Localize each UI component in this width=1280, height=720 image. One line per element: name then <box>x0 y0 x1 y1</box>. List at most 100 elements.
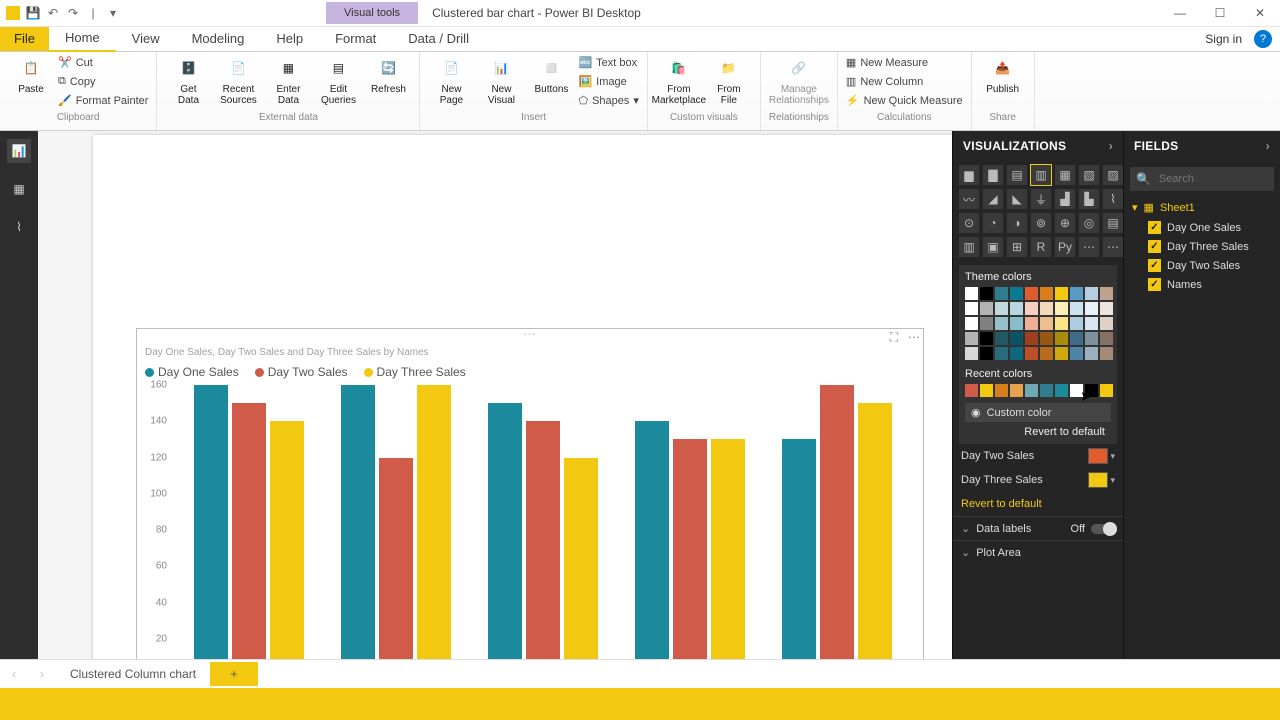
data-view-icon[interactable]: ▦ <box>7 177 31 201</box>
viz-type-icon[interactable]: ◑ <box>1007 213 1027 233</box>
checkbox-checked-icon[interactable]: ✓ <box>1148 240 1161 253</box>
refresh-button[interactable]: 🔄Refresh <box>365 54 411 95</box>
add-page-button[interactable]: + <box>210 662 258 686</box>
bar[interactable] <box>379 458 413 660</box>
color-swatch[interactable] <box>965 317 978 330</box>
viz-type-icon[interactable]: ▥ <box>1031 165 1051 185</box>
page-tab[interactable]: Clustered Column chart <box>56 662 210 686</box>
field-day-two-sales[interactable]: ✓Day Two Sales <box>1124 256 1280 275</box>
color-swatch[interactable] <box>980 317 993 330</box>
color-swatch[interactable] <box>1055 332 1068 345</box>
viz-type-icon[interactable]: ◢ <box>983 189 1003 209</box>
viz-type-icon[interactable]: ▣ <box>983 237 1003 257</box>
color-swatch[interactable] <box>1100 287 1113 300</box>
color-swatch[interactable] <box>995 332 1008 345</box>
color-swatch[interactable] <box>1070 317 1083 330</box>
color-swatch[interactable] <box>995 347 1008 360</box>
color-swatch[interactable] <box>1055 384 1068 397</box>
viz-type-icon[interactable]: ⋯ <box>1103 237 1123 257</box>
get-data-button[interactable]: 🗄️Get Data <box>165 54 211 106</box>
marketplace-button[interactable]: 🛍️From Marketplace <box>656 54 702 106</box>
checkbox-checked-icon[interactable]: ✓ <box>1148 221 1161 234</box>
new-page-button[interactable]: 📄New Page <box>428 54 474 106</box>
viz-type-icon[interactable]: ▧ <box>1079 165 1099 185</box>
color-swatch-button[interactable] <box>1088 448 1108 464</box>
color-swatch[interactable] <box>995 287 1008 300</box>
report-view-icon[interactable]: 📊 <box>7 139 31 163</box>
color-swatch[interactable] <box>1085 332 1098 345</box>
legend-item[interactable]: Day Three Sales <box>364 365 466 379</box>
redo-icon[interactable]: ↷ <box>66 6 80 20</box>
color-swatch[interactable] <box>1070 332 1083 345</box>
color-swatch[interactable] <box>1085 287 1098 300</box>
color-swatch[interactable] <box>995 384 1008 397</box>
color-swatch[interactable] <box>1100 332 1113 345</box>
more-options-icon[interactable]: ⋯ <box>907 330 921 344</box>
color-swatch[interactable] <box>1010 384 1023 397</box>
color-swatch[interactable] <box>995 302 1008 315</box>
color-swatch[interactable] <box>1040 302 1053 315</box>
color-swatch[interactable] <box>965 347 978 360</box>
bar[interactable] <box>341 385 375 659</box>
color-swatch[interactable] <box>1040 384 1053 397</box>
color-swatch[interactable] <box>1055 287 1068 300</box>
color-swatch[interactable] <box>965 287 978 300</box>
color-swatch[interactable] <box>1040 287 1053 300</box>
color-swatch[interactable] <box>1085 384 1098 397</box>
shapes-button[interactable]: ⬠Shapes ▾ <box>578 92 638 109</box>
bar[interactable] <box>858 403 892 659</box>
undo-icon[interactable]: ↶ <box>46 6 60 20</box>
viz-type-icon[interactable]: ⏚ <box>1031 189 1051 209</box>
field-day-one-sales[interactable]: ✓Day One Sales <box>1124 218 1280 237</box>
enter-data-button[interactable]: ▦Enter Data <box>265 54 311 106</box>
bar[interactable] <box>194 385 228 659</box>
publish-button[interactable]: 📤Publish <box>980 54 1026 95</box>
bar[interactable] <box>270 421 304 659</box>
search-input[interactable] <box>1157 172 1268 186</box>
fields-search[interactable]: 🔍 <box>1130 167 1274 191</box>
color-swatch[interactable] <box>965 302 978 315</box>
color-swatch[interactable] <box>1025 317 1038 330</box>
help-icon[interactable]: ? <box>1254 30 1272 48</box>
legend-item[interactable]: Day Two Sales <box>255 365 348 379</box>
color-swatch[interactable] <box>1055 317 1068 330</box>
color-swatch-button[interactable] <box>1088 472 1108 488</box>
viz-type-icon[interactable]: ▤ <box>1103 213 1123 233</box>
color-swatch[interactable] <box>1010 302 1023 315</box>
color-swatch[interactable] <box>1040 332 1053 345</box>
viz-type-icon[interactable]: Py <box>1055 237 1075 257</box>
viz-type-icon[interactable]: ▥ <box>959 237 979 257</box>
sign-in-link[interactable]: Sign in <box>1193 32 1254 46</box>
color-swatch[interactable] <box>1085 317 1098 330</box>
tab-home[interactable]: Home <box>49 26 116 52</box>
checkbox-checked-icon[interactable]: ✓ <box>1148 259 1161 272</box>
color-swatch[interactable] <box>980 347 993 360</box>
color-swatch[interactable] <box>965 384 978 397</box>
color-swatch[interactable] <box>1070 302 1083 315</box>
quick-measure-button[interactable]: ⚡New Quick Measure <box>846 92 963 109</box>
bar[interactable] <box>526 421 560 659</box>
color-swatch[interactable] <box>1100 347 1113 360</box>
viz-type-icon[interactable]: ▟ <box>1055 189 1075 209</box>
data-labels-section[interactable]: ⌄ Data labels Off <box>953 516 1123 540</box>
copy-button[interactable]: ⧉Copy <box>58 73 148 90</box>
color-swatch[interactable] <box>980 332 993 345</box>
viz-type-icon[interactable]: ▦ <box>1055 165 1075 185</box>
color-swatch[interactable] <box>980 287 993 300</box>
viz-type-icon[interactable]: R <box>1031 237 1051 257</box>
viz-type-icon[interactable]: ◎ <box>1079 213 1099 233</box>
viz-type-icon[interactable]: ◣ <box>1007 189 1027 209</box>
color-swatch[interactable] <box>995 317 1008 330</box>
minimize-button[interactable]: — <box>1160 0 1200 26</box>
viz-type-icon[interactable]: ◔ <box>983 213 1003 233</box>
new-visual-button[interactable]: 📊New Visual <box>478 54 524 106</box>
color-swatch[interactable] <box>1100 302 1113 315</box>
viz-type-icon[interactable]: ▆ <box>959 165 979 185</box>
edit-queries-button[interactable]: ▤Edit Queries <box>315 54 361 106</box>
custom-color-button[interactable]: ◉Custom color <box>965 403 1111 422</box>
tab-file[interactable]: File <box>0 27 49 51</box>
viz-type-icon[interactable]: 〰 <box>959 189 979 209</box>
format-painter-button[interactable]: 🖌️Format Painter <box>58 92 148 109</box>
color-swatch[interactable] <box>1070 384 1083 397</box>
page-next-icon[interactable]: › <box>28 667 56 681</box>
